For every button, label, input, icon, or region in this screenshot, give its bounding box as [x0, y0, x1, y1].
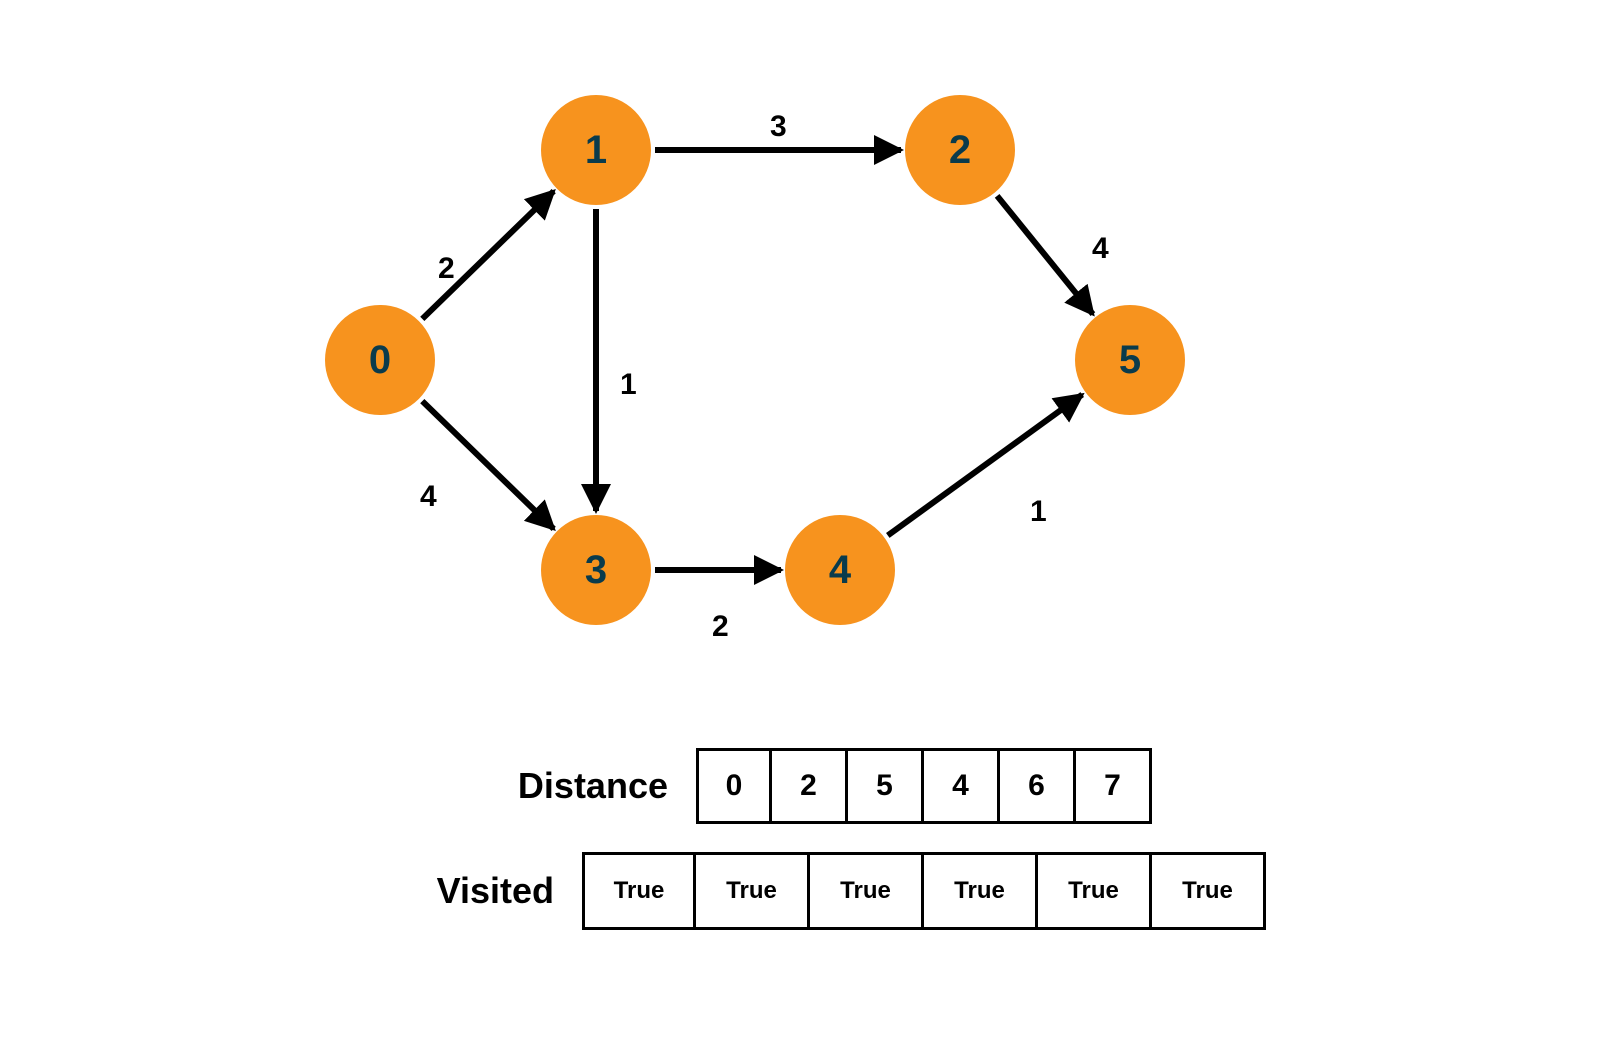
- visited-row: Visited TrueTrueTrueTrueTrueTrue: [0, 852, 1600, 930]
- distance-cells: 025467: [696, 748, 1152, 824]
- visited-cells-cell-5: True: [1152, 852, 1266, 930]
- edge-weight-0-1: 2: [438, 252, 455, 286]
- distance-cells-cell-3: 4: [924, 748, 1000, 824]
- visited-cells-cell-4: True: [1038, 852, 1152, 930]
- graph-node-2: 2: [905, 95, 1015, 205]
- edge-0-3-line: [422, 401, 553, 529]
- graph-node-5: 5: [1075, 305, 1185, 415]
- graph-edges-svg: [0, 0, 1600, 740]
- visited-cells: TrueTrueTrueTrueTrueTrue: [582, 852, 1266, 930]
- edge-weight-1-3: 1: [620, 368, 637, 402]
- distance-row: Distance 025467: [0, 748, 1600, 824]
- edge-4-5-line: [888, 395, 1082, 536]
- state-tables: Distance 025467 Visited TrueTrueTrueTrue…: [0, 720, 1600, 930]
- visited-cells-cell-0: True: [582, 852, 696, 930]
- distance-cells-cell-0: 0: [696, 748, 772, 824]
- edge-weight-3-4: 2: [712, 610, 729, 644]
- edge-weight-2-5: 4: [1092, 232, 1109, 266]
- visited-cells-cell-2: True: [810, 852, 924, 930]
- visited-cells-cell-3: True: [924, 852, 1038, 930]
- edge-weight-1-2: 3: [770, 110, 787, 144]
- graph-node-4: 4: [785, 515, 895, 625]
- edge-2-5-line: [997, 196, 1093, 314]
- distance-cells-cell-2: 5: [848, 748, 924, 824]
- distance-cells-cell-4: 6: [1000, 748, 1076, 824]
- distance-label: Distance: [448, 765, 668, 807]
- distance-cells-cell-5: 7: [1076, 748, 1152, 824]
- distance-cells-cell-1: 2: [772, 748, 848, 824]
- graph-node-3: 3: [541, 515, 651, 625]
- diagram-canvas: 012345 2431421 Distance 025467 Visited T…: [0, 0, 1600, 1040]
- visited-label: Visited: [334, 870, 554, 912]
- edge-weight-4-5: 1: [1030, 495, 1047, 529]
- edge-weight-0-3: 4: [420, 480, 437, 514]
- graph-node-1: 1: [541, 95, 651, 205]
- visited-cells-cell-1: True: [696, 852, 810, 930]
- graph-node-0: 0: [325, 305, 435, 415]
